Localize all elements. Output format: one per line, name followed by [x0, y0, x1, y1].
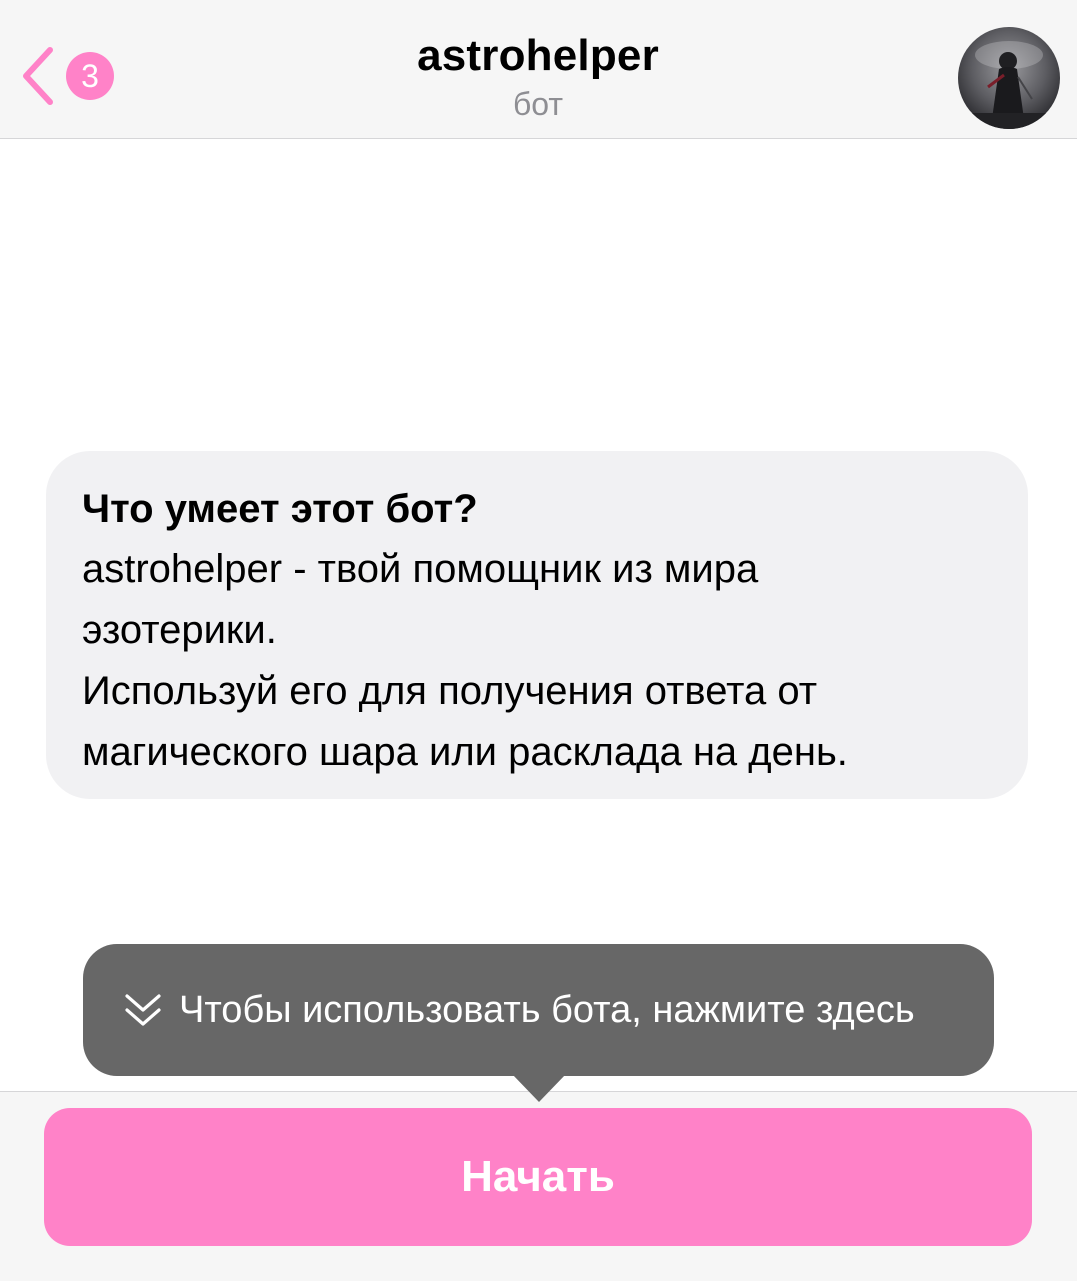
avatar-image [958, 27, 1060, 129]
chevron-left-icon [23, 47, 53, 105]
start-button[interactable]: Начать [44, 1108, 1032, 1246]
tooltip-text: Чтобы использовать бота, нажмите здесь [179, 989, 915, 1031]
back-button[interactable]: 3 [18, 44, 114, 108]
bot-info-heading: Что умеет этот бот? [82, 487, 478, 531]
chat-title-area[interactable]: astrohelper бот [238, 30, 838, 124]
bot-info-bubble: Что умеет этот бот? astrohelper - твой п… [46, 451, 1028, 799]
chat-header: 3 astrohelper бот [0, 0, 1077, 139]
tooltip-arrow [512, 1074, 566, 1102]
start-hint-tooltip[interactable]: Чтобы использовать бота, нажмите здесь [83, 944, 994, 1076]
unread-count-badge: 3 [66, 52, 114, 100]
bottom-bar: Начать [0, 1091, 1077, 1281]
chat-title: astrohelper [417, 31, 659, 80]
bot-info-description: astrohelper - твой помощник из мира эзот… [82, 547, 848, 774]
bot-avatar[interactable] [958, 27, 1060, 129]
double-chevron-down-icon [125, 994, 161, 1026]
chat-subtitle: бот [512, 86, 564, 122]
